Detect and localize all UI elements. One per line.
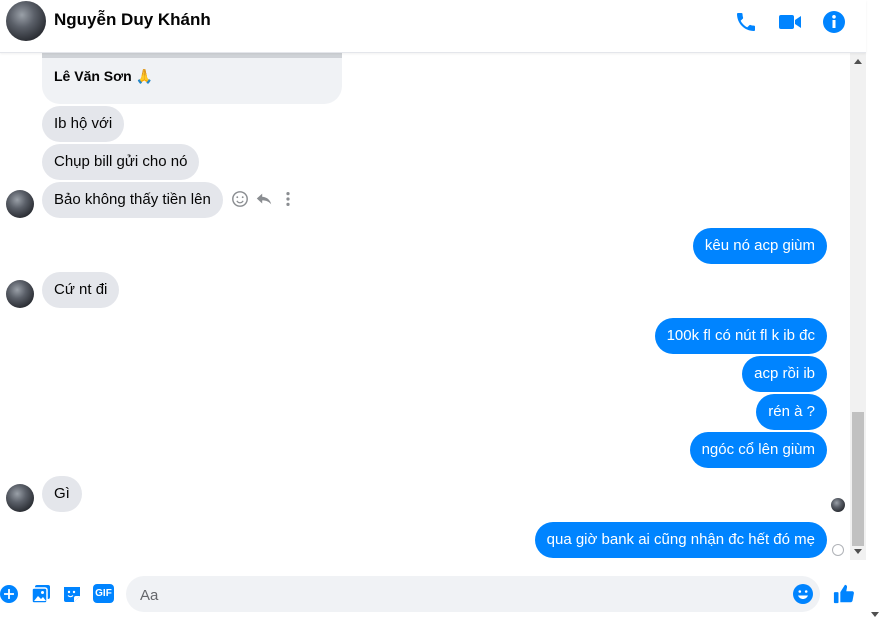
message-composer: GIF — [0, 570, 882, 624]
video-camera-icon[interactable] — [778, 10, 802, 34]
message-outgoing[interactable]: ngóc cổ lên giùm — [689, 432, 827, 468]
sender-avatar[interactable] — [6, 280, 34, 308]
emoji-react-icon[interactable] — [231, 190, 249, 208]
sender-avatar[interactable] — [6, 190, 34, 218]
scrollbar[interactable] — [850, 52, 866, 560]
phone-icon[interactable] — [734, 10, 758, 34]
message-incoming[interactable]: Ib hộ với — [42, 106, 125, 142]
info-icon[interactable] — [822, 10, 846, 34]
gif-icon[interactable]: GIF — [93, 584, 114, 603]
plus-icon[interactable] — [0, 585, 18, 603]
message-input[interactable] — [138, 576, 782, 614]
sender-avatar[interactable] — [6, 484, 34, 512]
sent-status-icon — [832, 544, 844, 556]
message-input-container[interactable] — [126, 576, 820, 614]
page-scroll-down-arrow-icon[interactable] — [871, 612, 879, 617]
photo-icon[interactable] — [31, 584, 51, 604]
message-outgoing[interactable]: 100k fl có nút fl k ib đc — [654, 318, 827, 354]
scroll-up-arrow-icon[interactable] — [854, 59, 862, 64]
scrollbar-thumb[interactable] — [852, 412, 864, 546]
message-thread: Lê Văn Sơn 🙏 Ib hộ với Chụp bill gửi cho… — [0, 52, 850, 560]
contact-avatar[interactable] — [6, 1, 46, 41]
like-icon[interactable] — [833, 583, 855, 605]
emoji-icon[interactable] — [793, 584, 813, 604]
message-incoming[interactable]: Bảo không thấy tiền lên — [42, 182, 223, 218]
conversation-header: Nguyễn Duy Khánh — [0, 0, 866, 53]
reply-icon[interactable] — [255, 190, 273, 208]
read-receipt-avatar — [831, 498, 845, 512]
scroll-down-arrow-icon[interactable] — [854, 549, 862, 554]
contact-name[interactable]: Nguyễn Duy Khánh — [54, 10, 211, 30]
message-incoming[interactable]: Gì — [42, 476, 82, 512]
quoted-reply-preview[interactable]: Lê Văn Sơn 🙏 — [42, 52, 342, 104]
message-incoming[interactable]: Cứ nt đi — [42, 272, 120, 308]
message-outgoing[interactable]: acp rồi ib — [742, 356, 827, 392]
quoted-reply-text: Lê Văn Sơn 🙏 — [54, 68, 153, 84]
message-incoming[interactable]: Chụp bill gửi cho nó — [42, 144, 200, 180]
sticker-icon[interactable] — [62, 584, 82, 604]
message-outgoing[interactable]: rén à ? — [756, 394, 827, 430]
message-outgoing[interactable]: qua giờ bank ai cũng nhận đc hết đó mẹ — [534, 522, 827, 558]
more-icon[interactable] — [281, 190, 295, 208]
message-outgoing[interactable]: kêu nó acp giùm — [692, 228, 827, 264]
